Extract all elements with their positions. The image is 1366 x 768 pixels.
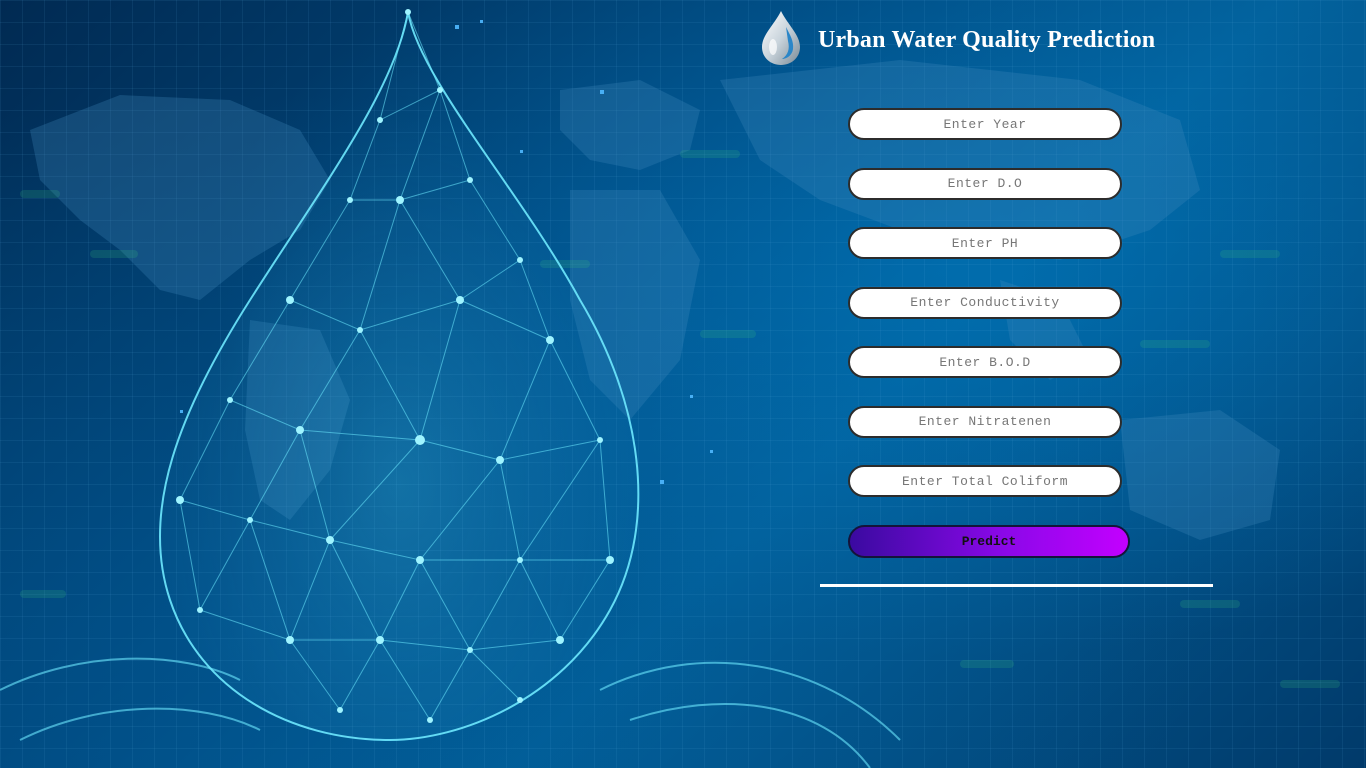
prediction-form: Predict <box>848 108 1138 558</box>
result-divider <box>820 584 1213 587</box>
total-coliform-input[interactable] <box>848 465 1122 497</box>
background-grid <box>0 0 1366 768</box>
year-input[interactable] <box>848 108 1122 140</box>
page-title: Urban Water Quality Prediction <box>818 26 1156 53</box>
page-header: Urban Water Quality Prediction <box>758 8 1155 68</box>
bod-input[interactable] <box>848 346 1122 378</box>
conductivity-input[interactable] <box>848 286 1122 319</box>
predict-button[interactable]: Predict <box>848 524 1130 558</box>
ph-input[interactable] <box>848 227 1122 259</box>
network-water-drop-illustration <box>0 9 901 768</box>
dissolved-oxygen-input[interactable] <box>848 167 1122 200</box>
world-map-background <box>20 60 1340 688</box>
water-drop-icon <box>762 11 800 65</box>
nitratenen-input[interactable] <box>848 405 1122 438</box>
